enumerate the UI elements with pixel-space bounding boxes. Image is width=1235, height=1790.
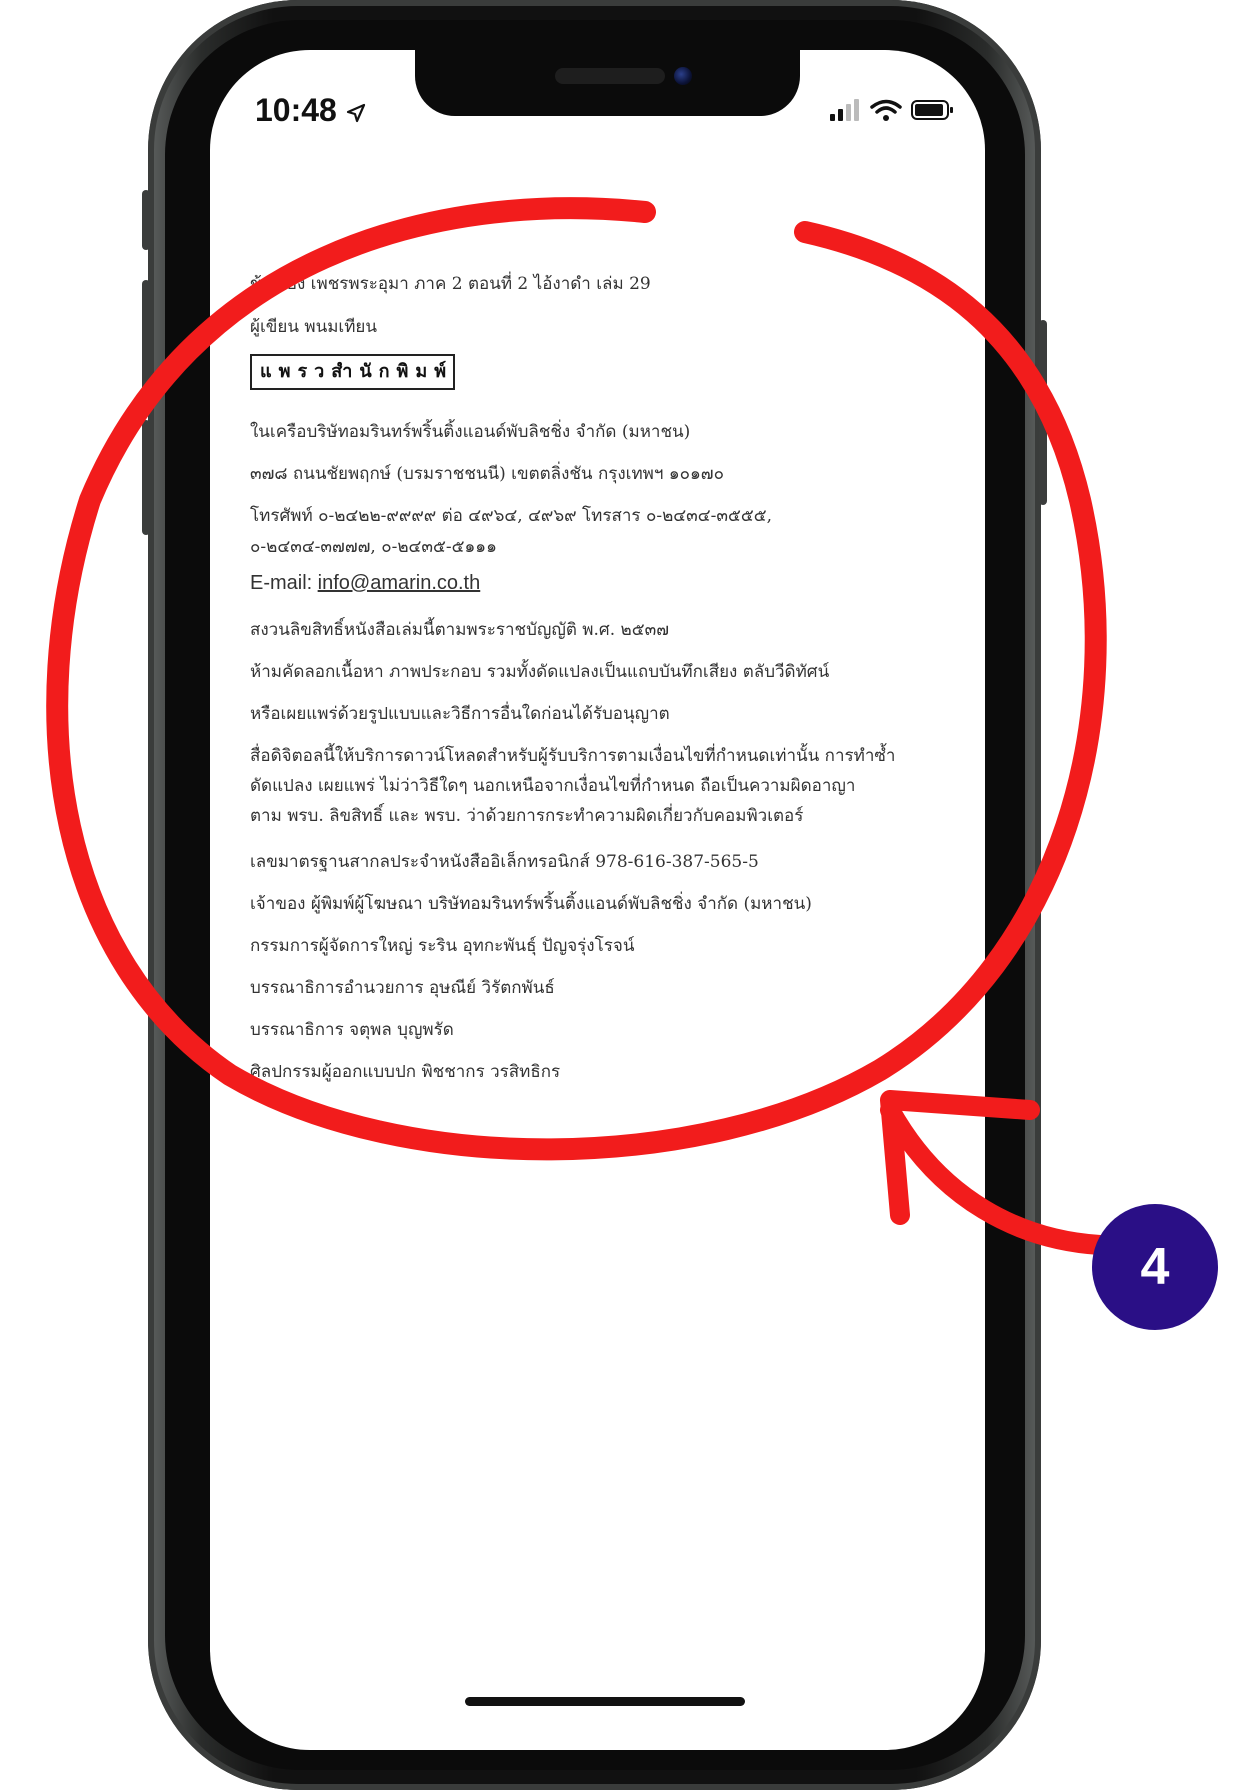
- address-line: ๓๗๘ ถนนชัยพฤกษ์ (บรมราชชนนี) เขตตลิ่งชัน…: [250, 464, 724, 484]
- wifi-icon: [870, 99, 902, 121]
- volume-up-button: [142, 280, 150, 395]
- battery-icon: [911, 100, 953, 120]
- editorial-director-line: บรรณาธิการอำนวยการ อุษณีย์ วิรัตกพันธ์: [250, 978, 555, 998]
- cover-designer-line: ศิลปกรรมผู้ออกแบบปก พิชชากร วรสิทธิกร: [250, 1062, 561, 1082]
- power-button: [1039, 320, 1047, 505]
- company-line: ในเครือบริษัทอมรินทร์พริ้นติ้งแอนด์พับลิ…: [250, 422, 691, 442]
- rights-line: สงวนลิขสิทธิ์หนังสือเล่มนี้ตามพระราชบัญญ…: [250, 620, 669, 640]
- digital-notice-line: ดัดแปลง เผยแพร่ ไม่ว่าวิธีใดๆ นอกเหนือจา…: [250, 776, 856, 796]
- managing-director-line: กรรมการผู้จัดการใหญ่ ระริน อุทกะพันธุ์ ป…: [250, 936, 635, 956]
- phone-line: โทรศัพท์ ๐-๒๔๒๒-๙๙๙๙ ต่อ ๔๙๖๔, ๔๙๖๙ โทรส…: [250, 506, 773, 526]
- front-camera: [674, 67, 692, 85]
- digital-notice-line: สื่อดิจิตอลนี้ให้บริการดาวน์โหลดสำหรับผู…: [250, 746, 896, 766]
- status-icons: [830, 98, 960, 122]
- digital-notice-line: ตาม พรบ. ลิขสิทธิ์ และ พรบ. ว่าด้วยการกร…: [250, 806, 804, 826]
- email-label: E-mail:: [250, 572, 313, 594]
- email-row: E-mail: info@amarin.co.th: [250, 572, 480, 595]
- isbn-line: เลขมาตรฐานสากลประจำหนังสืออิเล็กทรอนิกส์…: [250, 852, 759, 872]
- editor-line: บรรณาธิการ จตุพล บุญพรัด: [250, 1020, 454, 1040]
- author-line: ผู้เขียน พนมเทียน: [250, 317, 378, 337]
- location-arrow-icon: [346, 94, 366, 131]
- home-indicator[interactable]: [465, 1697, 745, 1706]
- cellular-signal-icon: [830, 99, 859, 121]
- owner-line: เจ้าของ ผู้พิมพ์ผู้โฆษณา บริษัทอมรินทร์พ…: [250, 894, 812, 914]
- email-link[interactable]: info@amarin.co.th: [318, 572, 481, 594]
- title-line: ข้อเรื่อง เพชรพระอุมา ภาค 2 ตอนที่ 2 ไอ้…: [250, 274, 651, 294]
- publisher-logo: แพรวสำนักพิมพ์: [250, 354, 455, 390]
- status-time: 10:48: [255, 92, 366, 131]
- mute-switch: [142, 190, 150, 250]
- volume-down-button: [142, 420, 150, 535]
- rights-line: ห้ามคัดลอกเนื้อหา ภาพประกอบ รวมทั้งดัดแป…: [250, 662, 830, 682]
- rights-line: หรือเผยแพร่ด้วยรูปแบบและวิธีการอื่นใดก่อ…: [250, 704, 670, 724]
- earpiece-speaker: [555, 68, 665, 84]
- phone-line-continued: ๐-๒๔๓๔-๓๗๗๗, ๐-๒๔๓๕-๕๑๑๑: [250, 537, 497, 557]
- step-number-badge: 4: [1092, 1204, 1218, 1330]
